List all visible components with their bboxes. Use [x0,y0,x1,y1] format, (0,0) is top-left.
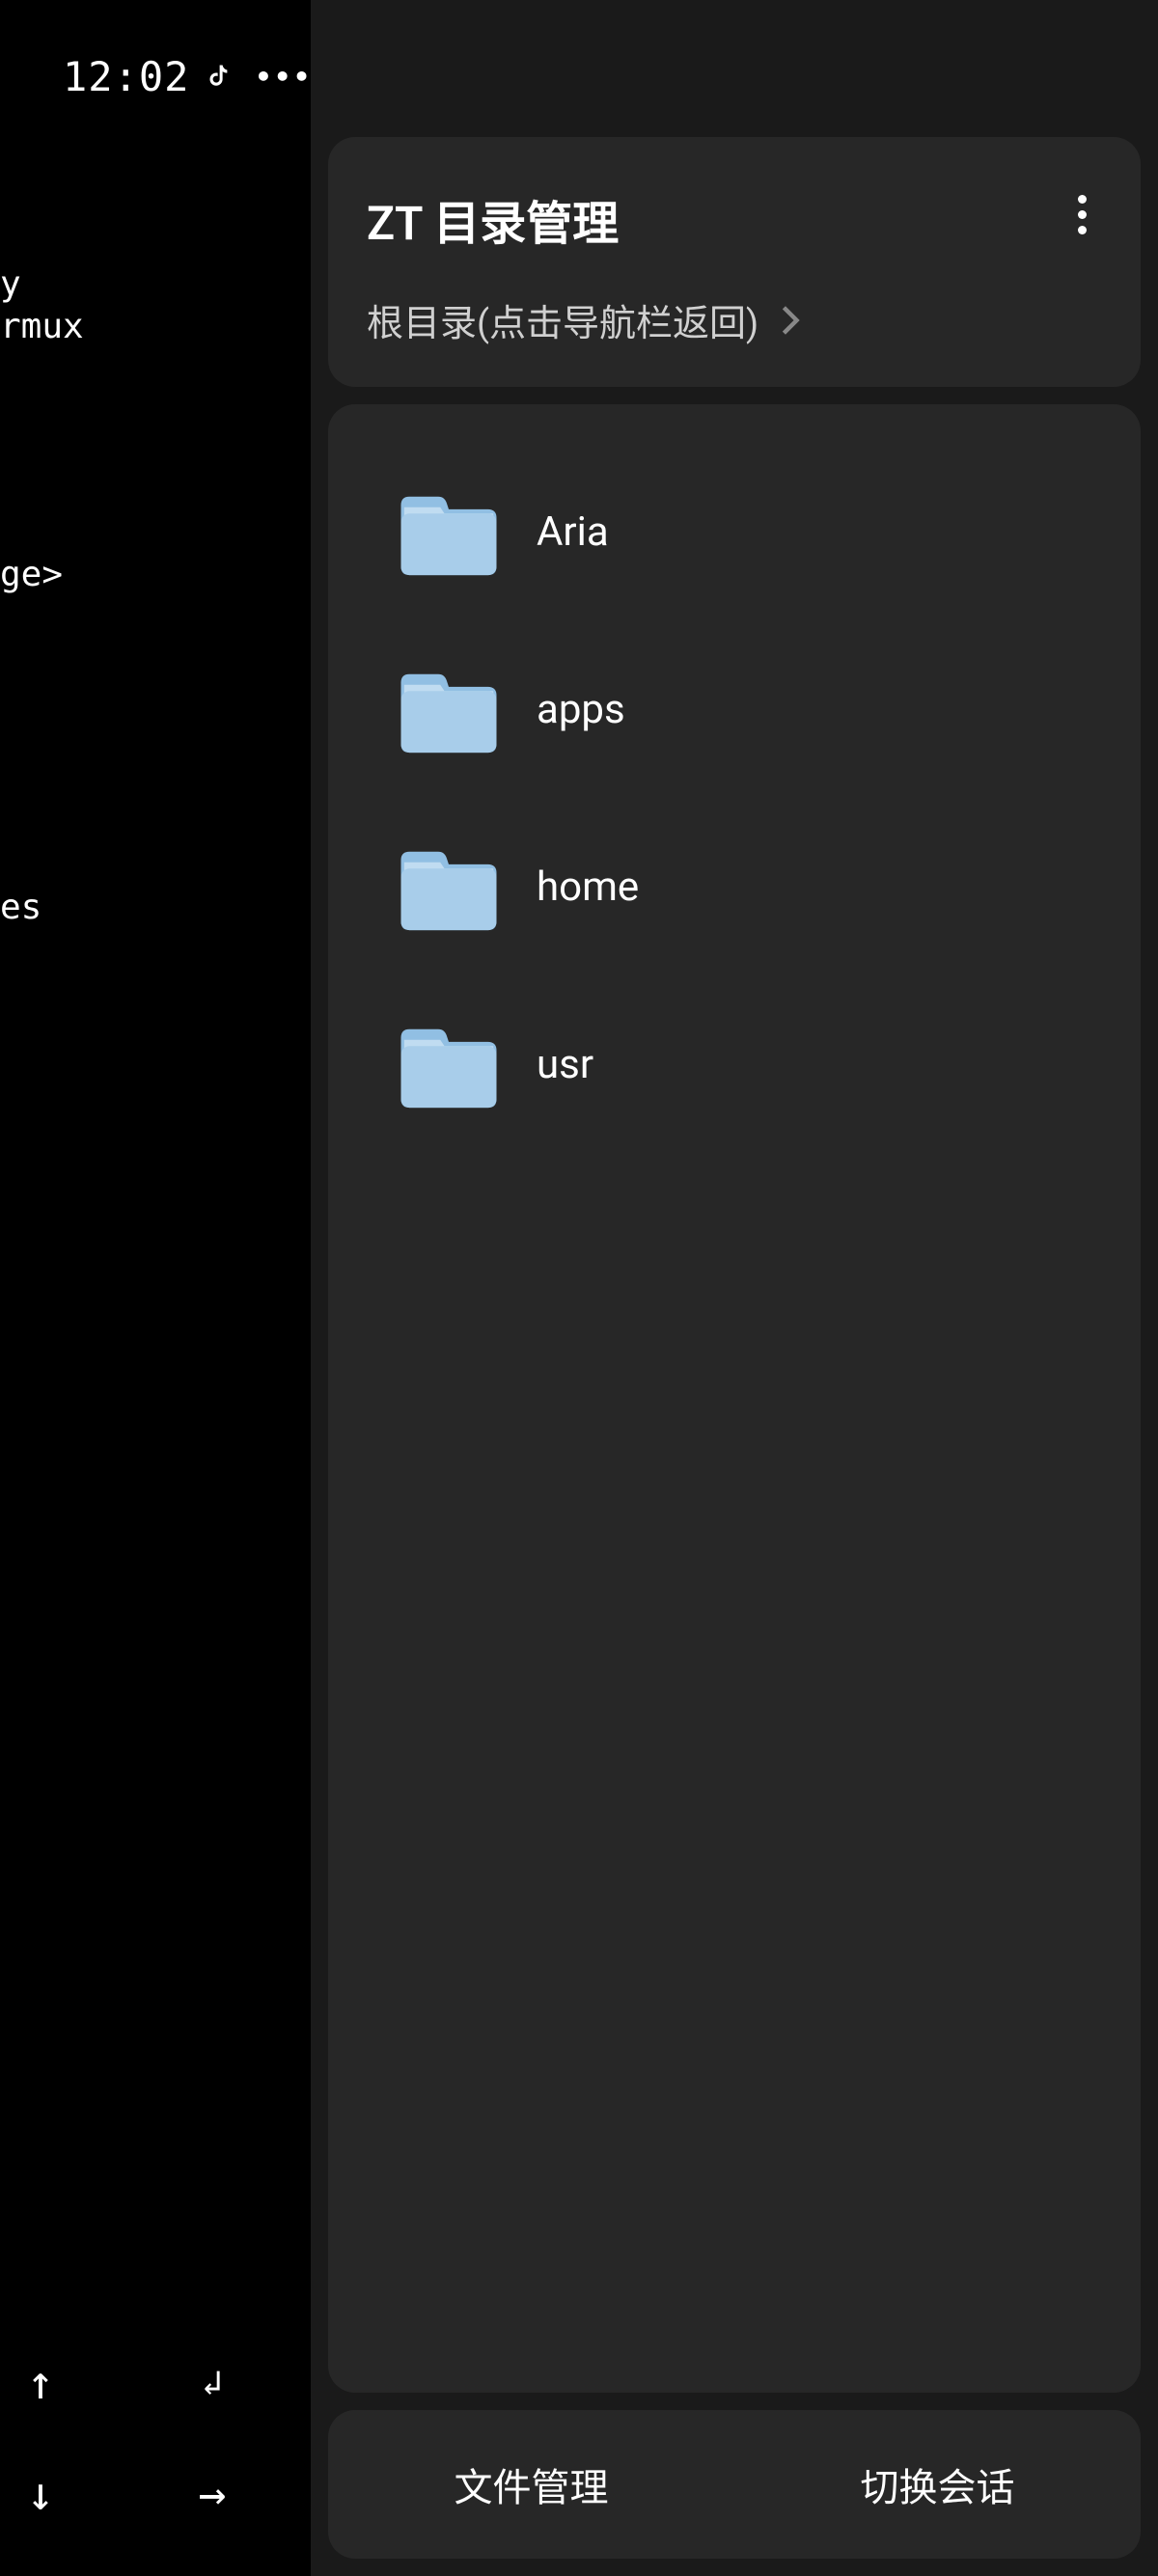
nav-arrows: ↑ ↓ ↲ → [0,2354,299,2547]
chevron-right-icon [780,303,801,338]
folder-icon [396,485,502,578]
page-title: ZT 目录管理 [367,185,1102,253]
file-manage-button[interactable]: 文件管理 [328,2456,734,2512]
arrow-right-button[interactable]: → [183,2465,241,2523]
arrow-down-button[interactable]: ↓ [12,2465,69,2523]
bottom-bar: 文件管理 切换会话 [328,2410,1141,2559]
folder-list: Aria apps home usr [328,404,1141,2393]
more-menu-button[interactable] [1070,187,1094,242]
terminal-line: y [0,264,21,304]
folder-icon [396,1018,502,1110]
folder-icon [396,663,502,755]
switch-session-button[interactable]: 切换会话 [734,2456,1141,2512]
enter-button[interactable]: ↲ [183,2354,241,2412]
folder-name: Aria [537,508,609,556]
terminal-line: es [0,888,41,927]
folder-item-home[interactable]: home [328,798,1141,975]
folder-item-usr[interactable]: usr [328,975,1141,1153]
folder-name: apps [537,686,625,733]
terminal-line: rmux [0,307,84,346]
arrow-up-button[interactable]: ↑ [12,2354,69,2412]
folder-name: home [537,863,639,911]
breadcrumb-label: 根目录(点击导航栏返回) [367,293,758,346]
folder-icon [396,840,502,933]
breadcrumb[interactable]: 根目录(点击导航栏返回) [367,293,1102,346]
header-card: ZT 目录管理 根目录(点击导航栏返回) [328,137,1141,387]
tiktok-icon[interactable] [207,62,237,93]
terminal-line: ge> [0,555,63,594]
file-manager-panel: ZT 目录管理 根目录(点击导航栏返回) Aria apps [311,0,1158,2576]
terminal-panel: 12:02 ••• y rmux ge> es ↑ ↓ ↲ → [0,0,299,2576]
status-bar-left: 12:02 ••• [63,53,313,100]
folder-item-aria[interactable]: Aria [328,443,1141,620]
clock-time: 12:02 [63,53,189,100]
folder-item-apps[interactable]: apps [328,620,1141,798]
more-icon[interactable]: ••• [255,61,313,93]
folder-name: usr [537,1041,593,1088]
